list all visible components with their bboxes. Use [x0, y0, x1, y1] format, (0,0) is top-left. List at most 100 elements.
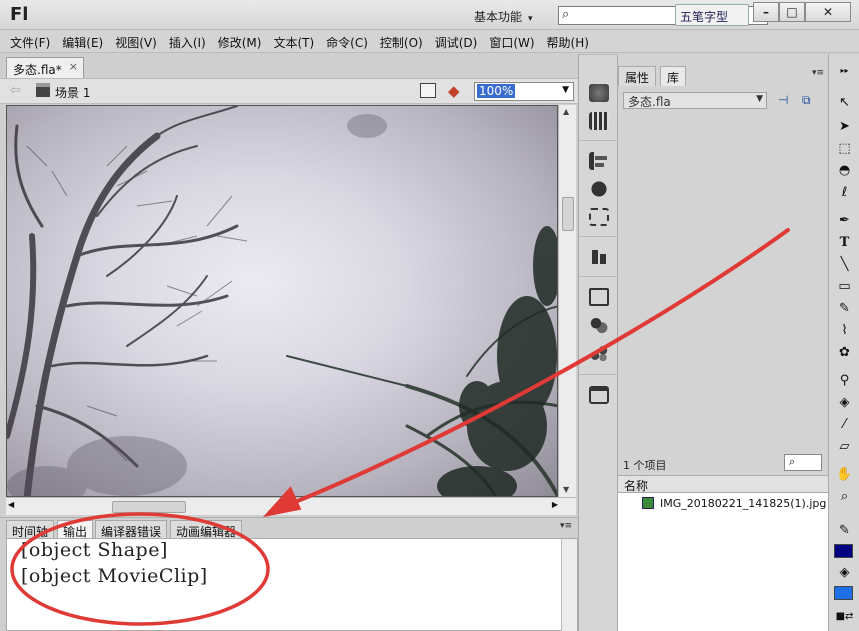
tab-properties-label: 属性	[625, 71, 650, 85]
library-panel: 属性 库 ▾≡ 多态.fla ▼ ⊣ ⧉ 1 个项目 ⌕ 名称 IMG_20180…	[618, 54, 828, 631]
library-document-select[interactable]: 多态.fla ▼	[623, 92, 767, 109]
panel-menu-icon[interactable]: ▾≡	[560, 521, 572, 531]
menu-edit[interactable]: 编辑(E)	[56, 31, 109, 51]
zoom-select[interactable]: 100% ▼	[474, 82, 574, 101]
paint-bucket-icon[interactable]: ◈	[835, 394, 854, 412]
pencil-icon[interactable]: ✎	[835, 300, 854, 318]
search-icon: ⌕	[789, 455, 796, 468]
actions-icon[interactable]	[589, 288, 609, 306]
menu-insert[interactable]: 插入(I)	[163, 31, 212, 51]
history-icon[interactable]	[589, 248, 609, 266]
tab-properties[interactable]: 属性	[618, 66, 657, 86]
text-tool-icon[interactable]: T	[835, 234, 854, 252]
info-icon[interactable]	[589, 180, 609, 198]
search-icon: ⌕	[562, 7, 570, 22]
hand-tool-icon[interactable]: ✋	[835, 466, 854, 484]
document-tab[interactable]: 多态.fla* ×	[6, 57, 84, 78]
motion-presets-icon[interactable]	[589, 344, 609, 362]
deco-tool-icon[interactable]: ✿	[835, 344, 854, 362]
document-tab-label: 多态.fla*	[13, 63, 62, 77]
menu-debug[interactable]: 调试(D)	[429, 31, 484, 51]
menu-text[interactable]: 文本(T)	[267, 31, 320, 51]
line-tool-icon[interactable]: ╲	[835, 256, 854, 274]
pin-library-icon[interactable]: ⊣	[778, 93, 794, 108]
scroll-left-icon[interactable]: ◀	[8, 500, 14, 509]
tab-motion-editor[interactable]: 动画编辑器	[170, 520, 243, 539]
components-icon[interactable]	[589, 316, 609, 334]
scroll-thumb[interactable]	[562, 197, 574, 231]
panel-menu-icon[interactable]: ▾≡	[812, 68, 824, 78]
back-arrow-icon[interactable]: ⇦	[10, 83, 21, 98]
panel-grip[interactable]	[579, 54, 619, 60]
panel-grip[interactable]	[579, 374, 619, 380]
transform-icon[interactable]	[589, 208, 609, 226]
menu-commands[interactable]: 命令(C)	[320, 31, 374, 51]
workspace-switcher[interactable]: 基本功能 ▾	[466, 6, 541, 26]
fill-color-swatch[interactable]	[834, 586, 853, 600]
list-item[interactable]: IMG_20180221_141825(1).jpg	[642, 497, 826, 510]
stage-canvas[interactable]	[6, 105, 558, 497]
lasso-icon[interactable]: ℓ	[835, 184, 854, 202]
scroll-up-icon[interactable]: ▲	[563, 107, 569, 116]
zoom-tool-icon[interactable]: ⌕	[835, 488, 854, 506]
output-panel[interactable]: [object Shape] [object MovieClip]	[6, 538, 578, 631]
rectangle-tool-icon[interactable]: ▭	[835, 278, 854, 296]
menu-view[interactable]: 视图(V)	[109, 31, 163, 51]
close-button[interactable]: ✕	[805, 2, 851, 22]
tools-panel: ▸▸ ↖ ➤ ⬚ ◓ ℓ ✒ T ╲ ▭ ✎ ⌇ ✿ ⚲ ◈ ⁄ ▱ ✋ ⌕ ✎…	[828, 54, 859, 631]
document-tab-bar: 多态.fla* ×	[0, 54, 578, 78]
bone-tool-icon[interactable]: ⚲	[835, 372, 854, 390]
tab-compiler-errors-label: 编译器错误	[101, 525, 162, 539]
3d-rotation-icon[interactable]: ◓	[835, 162, 854, 180]
tab-timeline[interactable]: 时间轴	[6, 520, 55, 539]
tab-library[interactable]: 库	[660, 66, 687, 86]
stage-photo	[7, 106, 557, 496]
brush-icon[interactable]: ⌇	[835, 322, 854, 340]
selection-tool-icon[interactable]: ↖	[835, 94, 854, 112]
free-transform-icon[interactable]: ⬚	[835, 140, 854, 158]
new-library-panel-icon[interactable]: ⧉	[802, 93, 818, 108]
collapse-icon[interactable]: ▸▸	[835, 62, 854, 80]
movie-explorer-icon[interactable]	[589, 386, 609, 404]
align-icon[interactable]	[589, 152, 609, 170]
swap-colors-icon[interactable]: ■⇄	[835, 608, 854, 626]
tab-output-label: 输出	[63, 525, 88, 539]
tab-output[interactable]: 输出	[57, 520, 94, 539]
output-line: [object MovieClip]	[21, 565, 208, 587]
app-logo: Fl	[10, 4, 29, 25]
stage-vertical-scrollbar[interactable]: ▲ ▼	[558, 105, 576, 497]
edit-symbols-icon[interactable]: ◆	[448, 82, 460, 100]
library-item-name: IMG_20180221_141825(1).jpg	[660, 497, 827, 510]
library-column-header[interactable]: 名称	[618, 475, 828, 493]
edit-scene-icon[interactable]	[420, 83, 436, 98]
minimize-button[interactable]: –	[753, 2, 779, 22]
library-search-input[interactable]: ⌕	[784, 454, 822, 471]
output-scrollbar[interactable]	[561, 539, 577, 631]
menu-control[interactable]: 控制(O)	[374, 31, 429, 51]
color-panel-icon[interactable]	[589, 84, 609, 102]
scroll-right-icon[interactable]: ▶	[552, 500, 558, 509]
scroll-thumb[interactable]	[112, 501, 186, 513]
panel-grip[interactable]	[579, 140, 619, 146]
menu-help[interactable]: 帮助(H)	[541, 31, 595, 51]
tab-compiler-errors[interactable]: 编译器错误	[95, 520, 168, 539]
tab-library-label: 库	[667, 71, 680, 85]
pen-tool-icon[interactable]: ✒	[835, 212, 854, 230]
ime-indicator[interactable]: 五笔字型	[675, 4, 749, 26]
scroll-down-icon[interactable]: ▼	[563, 485, 569, 494]
subselection-tool-icon[interactable]: ➤	[835, 118, 854, 136]
panel-grip[interactable]	[579, 236, 619, 242]
close-icon[interactable]: ×	[69, 60, 78, 73]
menu-modify[interactable]: 修改(M)	[212, 31, 268, 51]
eraser-icon[interactable]: ▱	[835, 438, 854, 456]
workspace-label: 基本功能	[474, 10, 523, 24]
eyedropper-icon[interactable]: ⁄	[835, 416, 854, 434]
stroke-color-swatch[interactable]	[834, 544, 853, 558]
swatches-icon[interactable]	[589, 112, 609, 130]
output-line: [object Shape]	[21, 539, 168, 561]
panel-grip[interactable]	[579, 276, 619, 282]
maximize-button[interactable]: □	[779, 2, 805, 22]
stage-horizontal-scrollbar[interactable]: ◀ ▶	[6, 497, 576, 515]
menu-window[interactable]: 窗口(W)	[483, 31, 540, 51]
menu-file[interactable]: 文件(F)	[0, 31, 56, 51]
